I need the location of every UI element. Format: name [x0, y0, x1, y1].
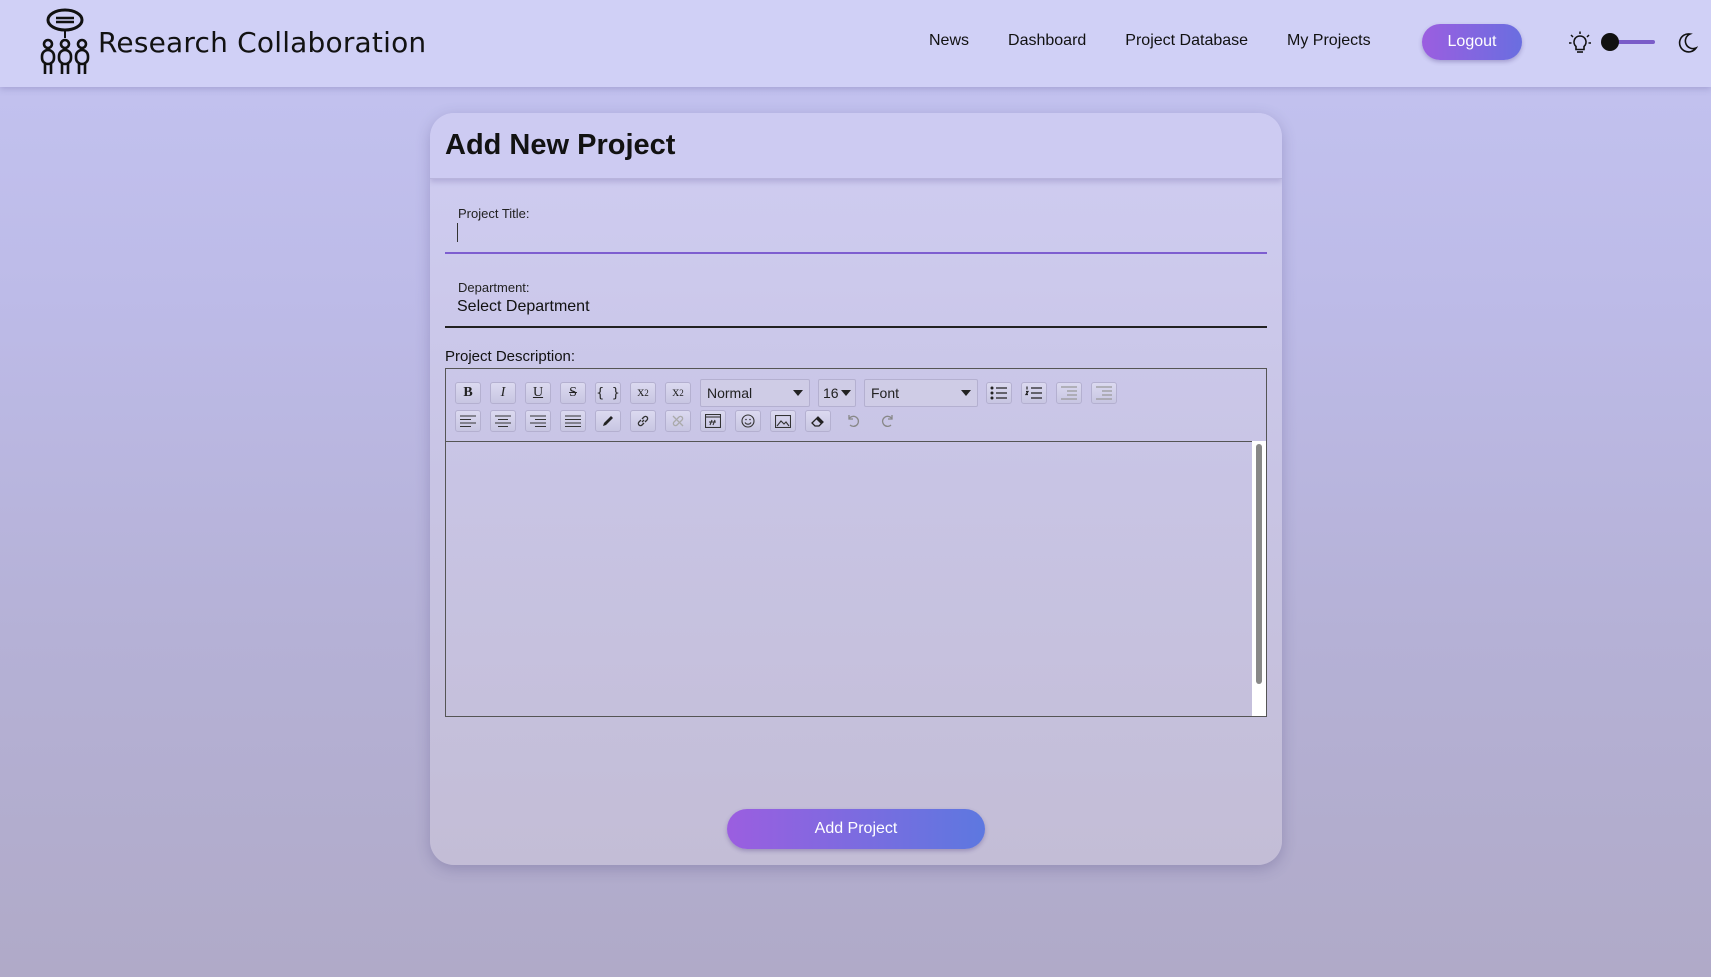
bullet-list-icon [990, 386, 1007, 400]
redo-icon [882, 415, 893, 427]
editor-toolbar-row-2 [455, 410, 910, 432]
nav-my-projects[interactable]: My Projects [1287, 32, 1371, 50]
add-project-card: Add New Project Project Title: Departmen… [430, 113, 1282, 865]
eraser-icon [811, 416, 824, 427]
superscript-button[interactable]: x2 [630, 382, 656, 404]
code-button[interactable]: { } [595, 382, 621, 404]
indent-button[interactable] [1056, 382, 1082, 404]
color-picker-button[interactable] [595, 410, 621, 432]
moon-icon[interactable] [1676, 32, 1698, 54]
bold-button[interactable]: B [455, 382, 481, 404]
page-title: Add New Project [445, 129, 676, 161]
main-nav: News Dashboard Project Database My Proje… [929, 32, 1410, 50]
pencil-icon [603, 416, 613, 426]
project-title-input[interactable] [445, 213, 1267, 254]
font-size-select[interactable]: 16 [818, 379, 856, 407]
link-icon [637, 415, 649, 427]
numbered-list-button[interactable] [1021, 382, 1047, 404]
undo-icon [848, 415, 859, 427]
outdent-button[interactable] [1091, 382, 1117, 404]
nav-news[interactable]: News [929, 32, 969, 50]
department-value: Select Department [457, 298, 590, 315]
indent-icon [1061, 386, 1077, 400]
remove-format-button[interactable] [805, 410, 831, 432]
block-type-value: Normal [707, 385, 753, 401]
justify-icon [565, 415, 581, 427]
numbered-list-icon [1025, 386, 1042, 399]
theme-slider-knob[interactable] [1601, 33, 1619, 51]
brand-name: Research Collaboration [98, 25, 427, 59]
italic-button[interactable]: I [490, 382, 516, 404]
embed-icon [705, 414, 721, 428]
nav-project-database[interactable]: Project Database [1125, 32, 1248, 50]
emoji-icon [741, 414, 755, 428]
description-text-area[interactable] [446, 441, 1266, 716]
image-button[interactable] [770, 410, 796, 432]
justify-button[interactable] [560, 410, 586, 432]
image-icon [775, 414, 791, 428]
description-label: Project Description: [445, 348, 576, 365]
link-button[interactable] [630, 410, 656, 432]
brand[interactable]: Research Collaboration [40, 8, 426, 76]
text-caret [457, 223, 458, 242]
editor-toolbar-row-1: B I U S { } x2 x2 Normal 16 Font [455, 379, 1126, 407]
bullet-list-button[interactable] [986, 382, 1012, 404]
chevron-down-icon [793, 390, 803, 396]
outdent-icon [1096, 386, 1112, 400]
undo-button[interactable] [840, 410, 866, 432]
editor-scrollbar[interactable] [1252, 441, 1266, 716]
chevron-down-icon [961, 390, 971, 396]
add-project-button[interactable]: Add Project [727, 809, 985, 849]
unlink-button[interactable] [665, 410, 691, 432]
unlink-icon [672, 415, 684, 427]
team-icon [40, 8, 90, 74]
align-center-button[interactable] [490, 410, 516, 432]
subscript-button[interactable]: x2 [665, 382, 691, 404]
logout-button[interactable]: Logout [1422, 24, 1522, 60]
card-header: Add New Project [430, 113, 1282, 179]
chevron-down-icon [841, 390, 851, 396]
align-center-icon [495, 415, 511, 427]
align-right-icon [530, 415, 546, 427]
align-left-button[interactable] [455, 410, 481, 432]
scrollbar-thumb[interactable] [1256, 444, 1262, 684]
font-family-select[interactable]: Font [864, 379, 978, 407]
lightbulb-icon[interactable] [1569, 31, 1591, 55]
redo-button[interactable] [875, 410, 901, 432]
top-navigation-bar: Research Collaboration News Dashboard Pr… [0, 0, 1711, 87]
nav-dashboard[interactable]: Dashboard [1008, 32, 1086, 50]
embed-button[interactable] [700, 410, 726, 432]
underline-button[interactable]: U [525, 382, 551, 404]
align-right-button[interactable] [525, 410, 551, 432]
strikethrough-button[interactable]: S [560, 382, 586, 404]
emoji-button[interactable] [735, 410, 761, 432]
align-left-icon [460, 415, 476, 427]
font-family-value: Font [871, 385, 900, 401]
font-size-value: 16 [823, 385, 839, 401]
rich-text-editor: B I U S { } x2 x2 Normal 16 Font [445, 368, 1267, 717]
block-type-select[interactable]: Normal [700, 379, 810, 407]
